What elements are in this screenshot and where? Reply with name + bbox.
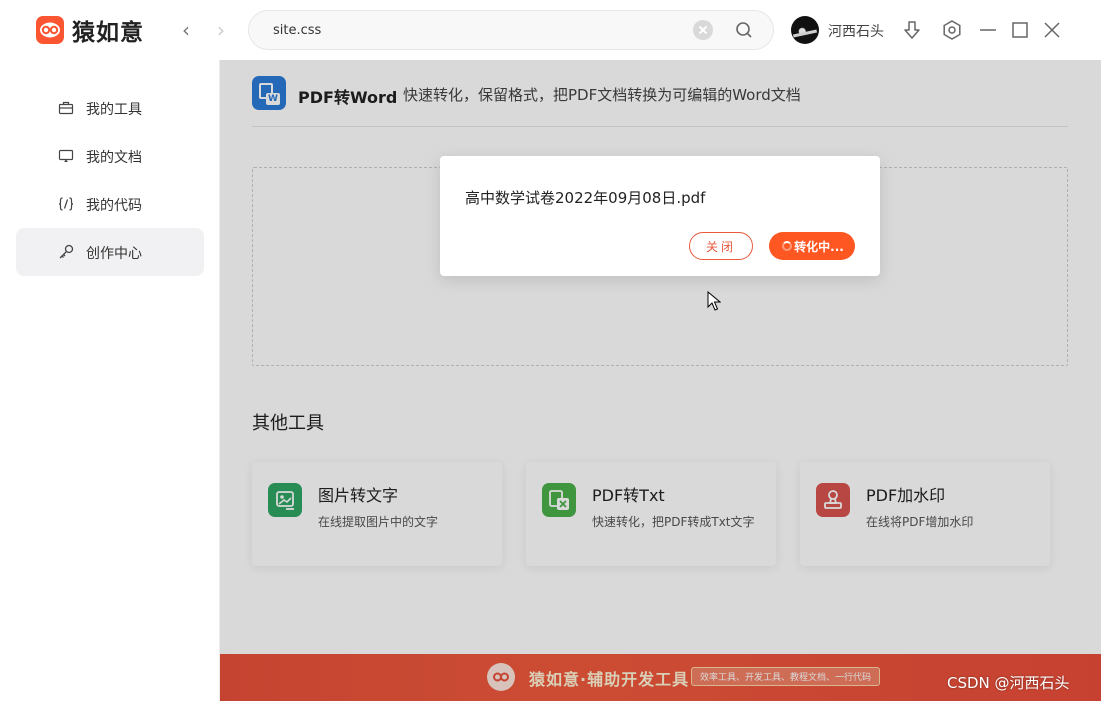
- sidebar-item-creation-center[interactable]: 创作中心: [16, 228, 204, 276]
- sidebar-item-my-docs[interactable]: 我的文档: [16, 132, 204, 180]
- briefcase-icon: [58, 101, 74, 115]
- code-braces-icon: [58, 197, 74, 211]
- avatar[interactable]: [791, 16, 819, 44]
- sidebar-item-label: 我的工具: [86, 102, 142, 118]
- sidebar: 我的工具 我的文档 我的代码 创作中心: [0, 60, 220, 701]
- converting-button[interactable]: 转化中...: [769, 232, 855, 260]
- converting-label: 转化中...: [794, 239, 844, 254]
- forward-icon[interactable]: ›: [209, 18, 233, 42]
- username[interactable]: 河西石头: [828, 21, 884, 41]
- close-button[interactable]: 关闭: [689, 232, 753, 260]
- back-icon[interactable]: ‹: [174, 18, 198, 42]
- settings-icon[interactable]: [941, 19, 963, 41]
- conversion-dialog: 高中数学试卷2022年09月08日.pdf 关闭 转化中...: [440, 156, 880, 276]
- sidebar-item-my-code[interactable]: 我的代码: [16, 180, 204, 228]
- search-icon[interactable]: [735, 21, 753, 39]
- app-title: 猿如意: [72, 20, 144, 46]
- dialog-filename: 高中数学试卷2022年09月08日.pdf: [465, 189, 706, 207]
- spinner-icon: [782, 241, 792, 251]
- title-bar: 猿如意 ‹ › 河西石头: [0, 0, 1101, 60]
- minimize-icon[interactable]: [977, 19, 999, 41]
- sidebar-item-label: 创作中心: [86, 246, 142, 262]
- download-icon[interactable]: [901, 19, 923, 41]
- search-box: [248, 10, 774, 50]
- clear-icon[interactable]: [693, 20, 713, 40]
- sidebar-item-label: 我的文档: [86, 150, 142, 166]
- watermark: CSDN @河西石头: [947, 674, 1070, 692]
- sidebar-item-label: 我的代码: [86, 198, 142, 214]
- mouse-cursor-icon: [707, 291, 721, 311]
- app-logo-icon: [36, 16, 64, 44]
- maximize-icon[interactable]: [1009, 19, 1031, 41]
- monitor-icon: [58, 149, 74, 162]
- key-icon: [59, 244, 74, 259]
- sidebar-item-my-tools[interactable]: 我的工具: [16, 84, 204, 132]
- search-input[interactable]: [273, 11, 693, 49]
- close-window-icon[interactable]: [1041, 19, 1063, 41]
